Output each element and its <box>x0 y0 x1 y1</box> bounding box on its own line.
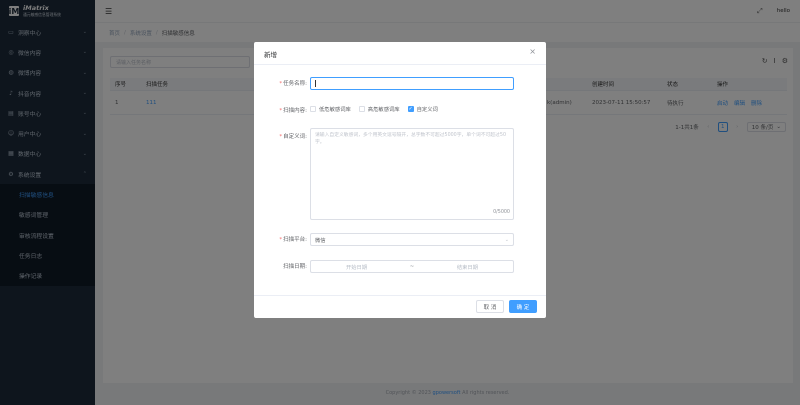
custom-words-label: *自定义词: <box>279 134 307 140</box>
task-name-label: *任务名称: <box>279 81 307 87</box>
check-icon: ✓ <box>407 106 414 112</box>
char-count: 0/5000 <box>493 209 510 215</box>
scan-content-label: *扫描内容: <box>279 108 307 114</box>
scan-content-options: 低危敏感词库 高危敏感词库 ✓ 自定义词 <box>310 105 438 113</box>
high-risk-checkbox[interactable]: 高危敏感词库 <box>358 105 400 113</box>
end-date-input[interactable]: 结束日期 <box>422 263 513 271</box>
platform-select[interactable]: 微信 ⌄ <box>310 233 514 246</box>
task-name-input[interactable] <box>310 77 514 90</box>
custom-words-textarea[interactable]: 请输入自定义敏感词，多个用英文逗号隔开，总字数不可超过5000字，单个词不可超过… <box>310 128 514 220</box>
add-task-dialog: 新增 × *任务名称: *扫描内容: 低危敏感词库 高危敏感词库 ✓ 自定义词 *… <box>254 42 546 318</box>
date-label: 扫描日期: <box>283 264 307 270</box>
confirm-button[interactable]: 确 定 <box>509 300 537 313</box>
low-risk-checkbox[interactable]: 低危敏感词库 <box>310 105 351 113</box>
cancel-button[interactable]: 取 消 <box>476 300 504 313</box>
start-date-input[interactable]: 开始日期 <box>311 263 402 271</box>
chevron-down-icon: ⌄ <box>504 236 509 243</box>
close-icon[interactable]: × <box>529 47 536 56</box>
date-range-picker[interactable]: 开始日期 ~ 结束日期 <box>310 260 514 273</box>
dialog-title: 新增 <box>264 51 277 59</box>
custom-words-checkbox[interactable]: ✓ 自定义词 <box>407 105 438 113</box>
platform-label: *扫描平台: <box>279 237 307 243</box>
